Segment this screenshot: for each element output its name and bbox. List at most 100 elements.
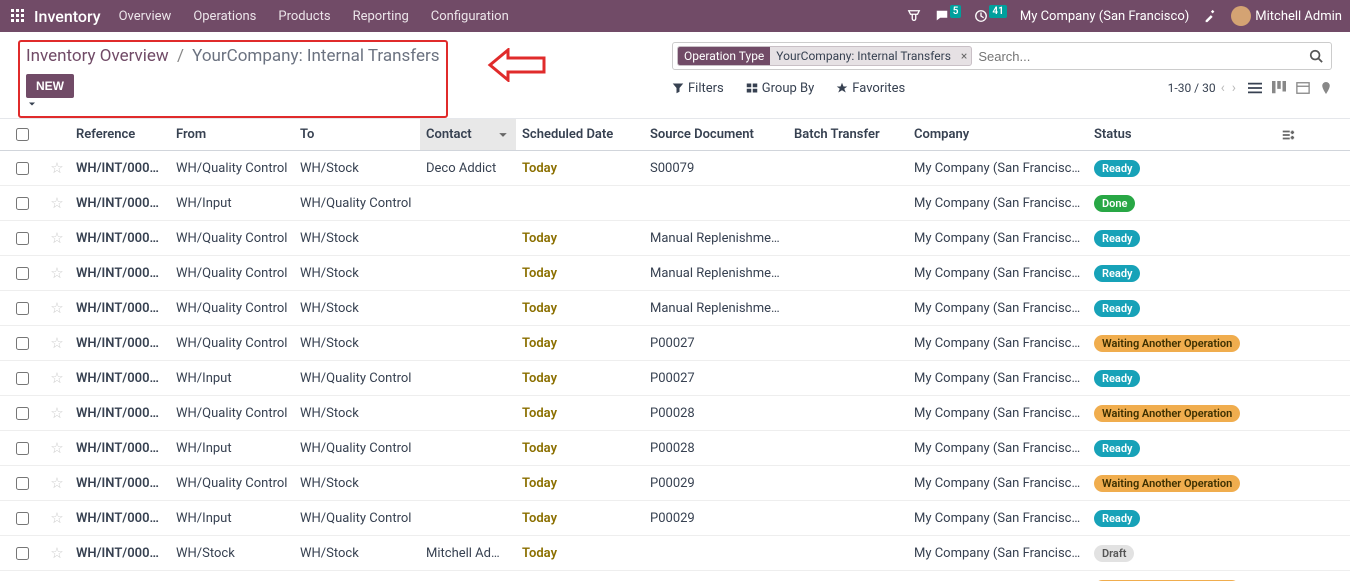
table-row[interactable]: ☆WH/INT/00013WH/InputWH/Quality ControlT… bbox=[0, 501, 1350, 536]
select-all-checkbox[interactable] bbox=[16, 128, 29, 141]
col-to[interactable]: To bbox=[294, 119, 420, 150]
phone-icon[interactable] bbox=[907, 9, 921, 23]
star-icon[interactable]: ☆ bbox=[50, 439, 63, 457]
star-icon[interactable]: ☆ bbox=[50, 544, 63, 562]
table-row[interactable]: ☆WH/INT/00010WH/Quality ControlWH/StockT… bbox=[0, 326, 1350, 361]
table-row[interactable]: ☆WH/INT/00008WH/Quality ControlWH/StockT… bbox=[0, 291, 1350, 326]
table-row[interactable]: ☆WH/INT/00017WH/Quality ControlWH/StockT… bbox=[0, 571, 1350, 581]
cell-reference: WH/INT/00017 bbox=[70, 573, 170, 581]
col-reference[interactable]: Reference bbox=[70, 119, 170, 150]
star-icon[interactable]: ☆ bbox=[50, 334, 63, 352]
cell-reference: WH/INT/00008 bbox=[70, 293, 170, 324]
star-icon[interactable]: ☆ bbox=[50, 509, 63, 527]
cell-source: P00030 bbox=[644, 573, 788, 581]
app-brand[interactable]: Inventory bbox=[34, 7, 101, 26]
col-source[interactable]: Source Document bbox=[644, 119, 788, 150]
menu-overview[interactable]: Overview bbox=[119, 9, 172, 24]
col-from[interactable]: From bbox=[170, 119, 294, 150]
status-badge: Waiting Another Operation bbox=[1094, 405, 1240, 422]
row-checkbox[interactable] bbox=[16, 162, 29, 175]
cell-reference: WH/INT/00015 bbox=[70, 538, 170, 569]
company-selector[interactable]: My Company (San Francisco) bbox=[1020, 9, 1189, 24]
col-scheduled[interactable]: Scheduled Date bbox=[516, 119, 644, 150]
view-kanban-icon[interactable] bbox=[1272, 81, 1286, 95]
table-row[interactable]: ☆WH/INT/00001WH/InputWH/Quality ControlM… bbox=[0, 186, 1350, 221]
col-contact[interactable]: Contact bbox=[420, 119, 516, 150]
user-menu[interactable]: Mitchell Admin bbox=[1231, 6, 1342, 26]
cell-batch bbox=[788, 370, 908, 386]
view-list-icon[interactable] bbox=[1248, 81, 1262, 95]
star-icon[interactable]: ☆ bbox=[50, 229, 63, 247]
cell-to: WH/Stock bbox=[294, 468, 420, 499]
table-row[interactable]: ☆WH/INT/00007WH/Quality ControlWH/StockT… bbox=[0, 256, 1350, 291]
cell-contact bbox=[420, 230, 516, 246]
menu-reporting[interactable]: Reporting bbox=[353, 9, 409, 24]
col-status[interactable]: Status bbox=[1088, 119, 1268, 150]
table-row[interactable]: ☆WH/INT/00011WH/InputWH/Quality ControlT… bbox=[0, 431, 1350, 466]
cell-to: WH/Stock bbox=[294, 328, 420, 359]
row-checkbox[interactable] bbox=[16, 407, 29, 420]
row-checkbox[interactable] bbox=[16, 232, 29, 245]
row-checkbox[interactable] bbox=[16, 372, 29, 385]
search-icon[interactable] bbox=[1305, 49, 1327, 63]
new-button[interactable]: NEW bbox=[26, 74, 74, 98]
pager-prev-icon[interactable]: ‹ bbox=[1221, 80, 1225, 96]
apps-icon[interactable] bbox=[8, 6, 28, 26]
view-calendar-icon[interactable] bbox=[1296, 81, 1310, 95]
col-company[interactable]: Company bbox=[908, 119, 1088, 150]
row-checkbox[interactable] bbox=[16, 477, 29, 490]
menu-configuration[interactable]: Configuration bbox=[431, 9, 509, 24]
cell-status: Ready bbox=[1088, 502, 1268, 535]
table-row[interactable]: ☆WH/INT/00006WH/Quality ControlWH/StockT… bbox=[0, 221, 1350, 256]
tools-icon[interactable] bbox=[1203, 9, 1217, 23]
star-icon[interactable]: ☆ bbox=[50, 159, 63, 177]
star-icon[interactable]: ☆ bbox=[50, 264, 63, 282]
table-row[interactable]: ☆WH/INT/00009WH/InputWH/Quality ControlT… bbox=[0, 361, 1350, 396]
star-icon[interactable]: ☆ bbox=[50, 299, 63, 317]
favorites-button[interactable]: Favorites bbox=[836, 81, 905, 96]
cell-to: WH/Quality Control bbox=[294, 363, 420, 394]
row-checkbox[interactable] bbox=[16, 337, 29, 350]
cell-reference: WH/INT/00012 bbox=[70, 398, 170, 429]
chip-remove-icon[interactable]: × bbox=[957, 49, 971, 63]
table-row[interactable]: ☆WH/INT/00014WH/Quality ControlWH/StockT… bbox=[0, 466, 1350, 501]
star-icon[interactable]: ☆ bbox=[50, 404, 63, 422]
row-checkbox[interactable] bbox=[16, 267, 29, 280]
avatar-icon bbox=[1231, 6, 1251, 26]
breadcrumb-parent[interactable]: Inventory Overview bbox=[26, 46, 169, 66]
col-options-icon[interactable] bbox=[1268, 119, 1308, 150]
download-icon[interactable] bbox=[26, 98, 440, 110]
search-input[interactable] bbox=[972, 49, 1305, 64]
row-checkbox[interactable] bbox=[16, 442, 29, 455]
cell-batch bbox=[788, 335, 908, 351]
menu-products[interactable]: Products bbox=[278, 9, 330, 24]
table-row[interactable]: ☆WH/INT/00012WH/Quality ControlWH/StockT… bbox=[0, 396, 1350, 431]
cell-contact bbox=[420, 475, 516, 491]
top-menu: Overview Operations Products Reporting C… bbox=[119, 9, 509, 24]
cell-date: Today bbox=[516, 328, 644, 359]
chip-label: Operation Type bbox=[678, 47, 770, 65]
row-checkbox[interactable] bbox=[16, 197, 29, 210]
clock-icon[interactable]: 41 bbox=[974, 9, 1005, 23]
cell-to: WH/Stock bbox=[294, 293, 420, 324]
cell-source: Manual Replenishment bbox=[644, 293, 788, 324]
star-icon[interactable]: ☆ bbox=[50, 474, 63, 492]
star-icon[interactable]: ☆ bbox=[50, 194, 63, 212]
messages-icon[interactable]: 5 bbox=[935, 9, 961, 23]
filters-button[interactable]: Filters bbox=[672, 81, 724, 96]
cell-contact bbox=[420, 370, 516, 386]
pager-next-icon[interactable]: › bbox=[1232, 80, 1236, 96]
row-checkbox[interactable] bbox=[16, 512, 29, 525]
row-checkbox[interactable] bbox=[16, 547, 29, 560]
cell-company: My Company (San Francisco) bbox=[908, 188, 1088, 219]
table-row[interactable]: ☆WH/INT/00003WH/Quality ControlWH/StockD… bbox=[0, 151, 1350, 186]
star-icon[interactable]: ☆ bbox=[50, 369, 63, 387]
groupby-button[interactable]: Group By bbox=[746, 81, 815, 96]
cell-reference: WH/INT/00011 bbox=[70, 433, 170, 464]
row-checkbox[interactable] bbox=[16, 302, 29, 315]
col-batch[interactable]: Batch Transfer bbox=[788, 119, 908, 150]
cell-batch bbox=[788, 265, 908, 281]
view-map-icon[interactable] bbox=[1320, 81, 1332, 95]
cell-date: Today bbox=[516, 468, 644, 499]
menu-operations[interactable]: Operations bbox=[193, 9, 256, 24]
